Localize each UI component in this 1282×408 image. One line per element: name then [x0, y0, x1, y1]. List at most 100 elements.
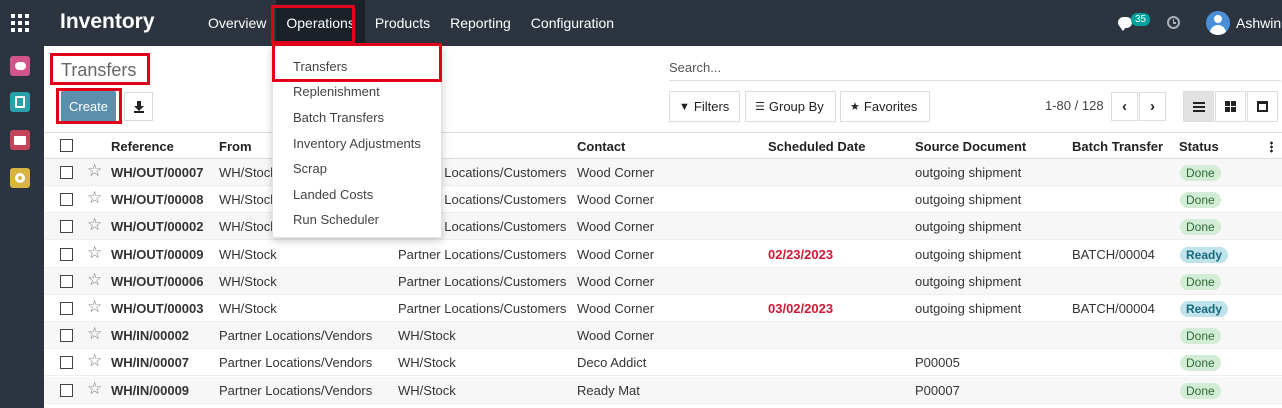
cell-reference: WH/OUT/00003 — [111, 301, 204, 316]
filters-label: Filters — [693, 99, 730, 114]
favorite-star-icon[interactable]: ☆ — [87, 270, 102, 290]
column-scheduled-date[interactable]: Scheduled Date — [768, 139, 866, 154]
settings-app-icon[interactable] — [10, 168, 30, 188]
cell-contact: Wood Corner — [577, 165, 655, 180]
cell-contact: Wood Corner — [577, 301, 655, 316]
calendar-icon — [1257, 101, 1268, 112]
menu-operations[interactable]: Operations — [276, 0, 365, 46]
cell-to: Partner Locations/Customers — [398, 246, 567, 262]
cell-source-document: outgoing shipment — [915, 219, 1022, 235]
status-badge: Done — [1180, 328, 1221, 345]
chat-icon[interactable] — [1118, 17, 1132, 31]
kanban-icon — [1225, 101, 1236, 112]
dropdown-item-batch-transfers[interactable]: Batch Transfers — [293, 110, 384, 125]
search-bar — [669, 60, 1281, 81]
search-input[interactable] — [669, 60, 1281, 75]
favorite-star-icon[interactable]: ☆ — [87, 243, 102, 263]
cell-to: Partner Locations/Customers — [398, 273, 567, 289]
dropdown-item-landed-costs[interactable]: Landed Costs — [293, 187, 373, 202]
user-name[interactable]: Ashwin — [1236, 15, 1281, 31]
cell-contact: Ready Mat — [577, 382, 640, 398]
user-avatar[interactable] — [1206, 11, 1230, 35]
create-button[interactable]: Create — [61, 91, 116, 122]
status-badge: Done — [1180, 382, 1221, 399]
list-view-button[interactable] — [1183, 91, 1214, 122]
favorites-button[interactable]: ★ Favorites — [840, 91, 930, 122]
column-reference[interactable]: Reference — [111, 139, 174, 154]
cell-from: WH/Stock — [219, 165, 277, 180]
cell-source-document: outgoing shipment — [915, 273, 1022, 289]
menu-overview[interactable]: Overview — [198, 0, 276, 46]
cell-contact: Wood Corner — [577, 328, 655, 344]
favorite-star-icon[interactable]: ☆ — [87, 297, 102, 317]
dropdown-item-inventory-adjustments[interactable]: Inventory Adjustments — [293, 136, 421, 151]
cell-source-document: outgoing shipment — [915, 192, 1022, 208]
dropdown-item-run-scheduler[interactable]: Run Scheduler — [293, 212, 379, 227]
cell-reference: WH/OUT/00009 — [111, 246, 204, 262]
select-all-checkbox[interactable] — [60, 139, 73, 152]
contacts-app-icon[interactable] — [10, 92, 30, 112]
calendar-view-button[interactable] — [1247, 91, 1278, 122]
dropdown-item-transfers[interactable]: Transfers — [293, 59, 347, 74]
menu-products[interactable]: Products — [365, 0, 440, 46]
cell-from: Partner Locations/Vendors — [219, 382, 373, 398]
row-checkbox[interactable] — [60, 193, 73, 207]
table-header: Reference From Contact Scheduled Date So… — [44, 132, 1282, 159]
list-icon — [1192, 101, 1205, 112]
cell-scheduled-date: 03/02/2023 — [768, 301, 834, 316]
table-row[interactable]: ☆ WH/OUT/00002 WH/Stock Partner Locations/C… — [44, 213, 1282, 241]
favorite-star-icon[interactable]: ☆ — [87, 161, 102, 181]
cell-reference: WH/OUT/00002 — [111, 219, 204, 235]
table-row[interactable]: ☆ WH/OUT/00009 WH/Stock Partner Locations/C… — [44, 240, 1282, 268]
favorite-star-icon[interactable]: ☆ — [87, 324, 102, 344]
pager-value[interactable]: 1-80 / 128 — [1045, 98, 1104, 113]
kanban-view-button[interactable] — [1215, 91, 1246, 122]
cell-source-document: outgoing shipment — [915, 165, 1022, 180]
cell-from: WH/Stock — [219, 301, 277, 316]
row-checkbox[interactable] — [60, 274, 73, 288]
table-row[interactable]: ☆ WH/OUT/00007 WH/Stock Partner Locations/C… — [44, 159, 1282, 186]
column-contact[interactable]: Contact — [577, 139, 625, 154]
cell-contact: Wood Corner — [577, 246, 655, 262]
favorite-star-icon[interactable]: ☆ — [87, 351, 102, 371]
inventory-app-icon[interactable] — [10, 130, 30, 150]
filters-button[interactable]: ▼ Filters — [669, 91, 740, 122]
cell-reference: WH/OUT/00006 — [111, 273, 204, 289]
table-row[interactable]: ☆ WH/IN/00002 Partner Locations/Vendors WH/… — [44, 322, 1282, 350]
table-row[interactable]: ☆ WH/OUT/00008 WH/Stock Partner Locations/C… — [44, 186, 1282, 214]
optional-columns-icon[interactable] — [1270, 141, 1273, 153]
app-title[interactable]: Inventory — [60, 10, 155, 34]
row-checkbox[interactable] — [60, 166, 73, 179]
row-checkbox[interactable] — [60, 302, 73, 315]
apps-menu-icon[interactable] — [11, 14, 29, 32]
export-button[interactable] — [124, 92, 153, 121]
column-source-document[interactable]: Source Document — [915, 139, 1026, 154]
favorite-star-icon[interactable]: ☆ — [87, 215, 102, 235]
column-status[interactable]: Status — [1179, 139, 1219, 154]
operations-dropdown: Transfers Replenishment Batch Transfers … — [272, 45, 442, 238]
dropdown-item-scrap[interactable]: Scrap — [293, 161, 327, 176]
menu-reporting[interactable]: Reporting — [440, 0, 521, 46]
menu-configuration[interactable]: Configuration — [521, 0, 624, 46]
column-from[interactable]: From — [219, 139, 252, 154]
pager-previous-button[interactable]: ‹ — [1111, 92, 1138, 121]
status-badge: Done — [1180, 165, 1221, 181]
activity-clock-icon[interactable] — [1167, 16, 1180, 29]
pager-next-button[interactable]: › — [1139, 92, 1166, 121]
table-row[interactable]: ☆ WH/OUT/00003 WH/Stock Partner Locations/C… — [44, 295, 1282, 322]
row-checkbox[interactable] — [60, 220, 73, 234]
row-checkbox[interactable] — [60, 329, 73, 343]
row-checkbox[interactable] — [60, 356, 73, 370]
table-row[interactable]: ☆ WH/IN/00007 Partner Locations/Vendors WH/… — [44, 349, 1282, 377]
dropdown-item-replenishment[interactable]: Replenishment — [293, 84, 380, 99]
table-row[interactable]: ☆ WH/IN/00009 Partner Locations/Vendors WH/… — [44, 376, 1282, 404]
discuss-app-icon[interactable] — [10, 56, 30, 76]
favorite-star-icon[interactable]: ☆ — [87, 379, 102, 399]
favorite-star-icon[interactable]: ☆ — [87, 188, 102, 208]
row-checkbox[interactable] — [60, 383, 73, 397]
table-row[interactable]: ☆ WH/OUT/00006 WH/Stock Partner Locations/C… — [44, 267, 1282, 295]
column-batch-transfer[interactable]: Batch Transfer — [1072, 139, 1163, 154]
groupby-button[interactable]: ☰ Group By — [745, 91, 836, 122]
cell-source-document: P00005 — [915, 355, 960, 371]
row-checkbox[interactable] — [60, 247, 73, 261]
